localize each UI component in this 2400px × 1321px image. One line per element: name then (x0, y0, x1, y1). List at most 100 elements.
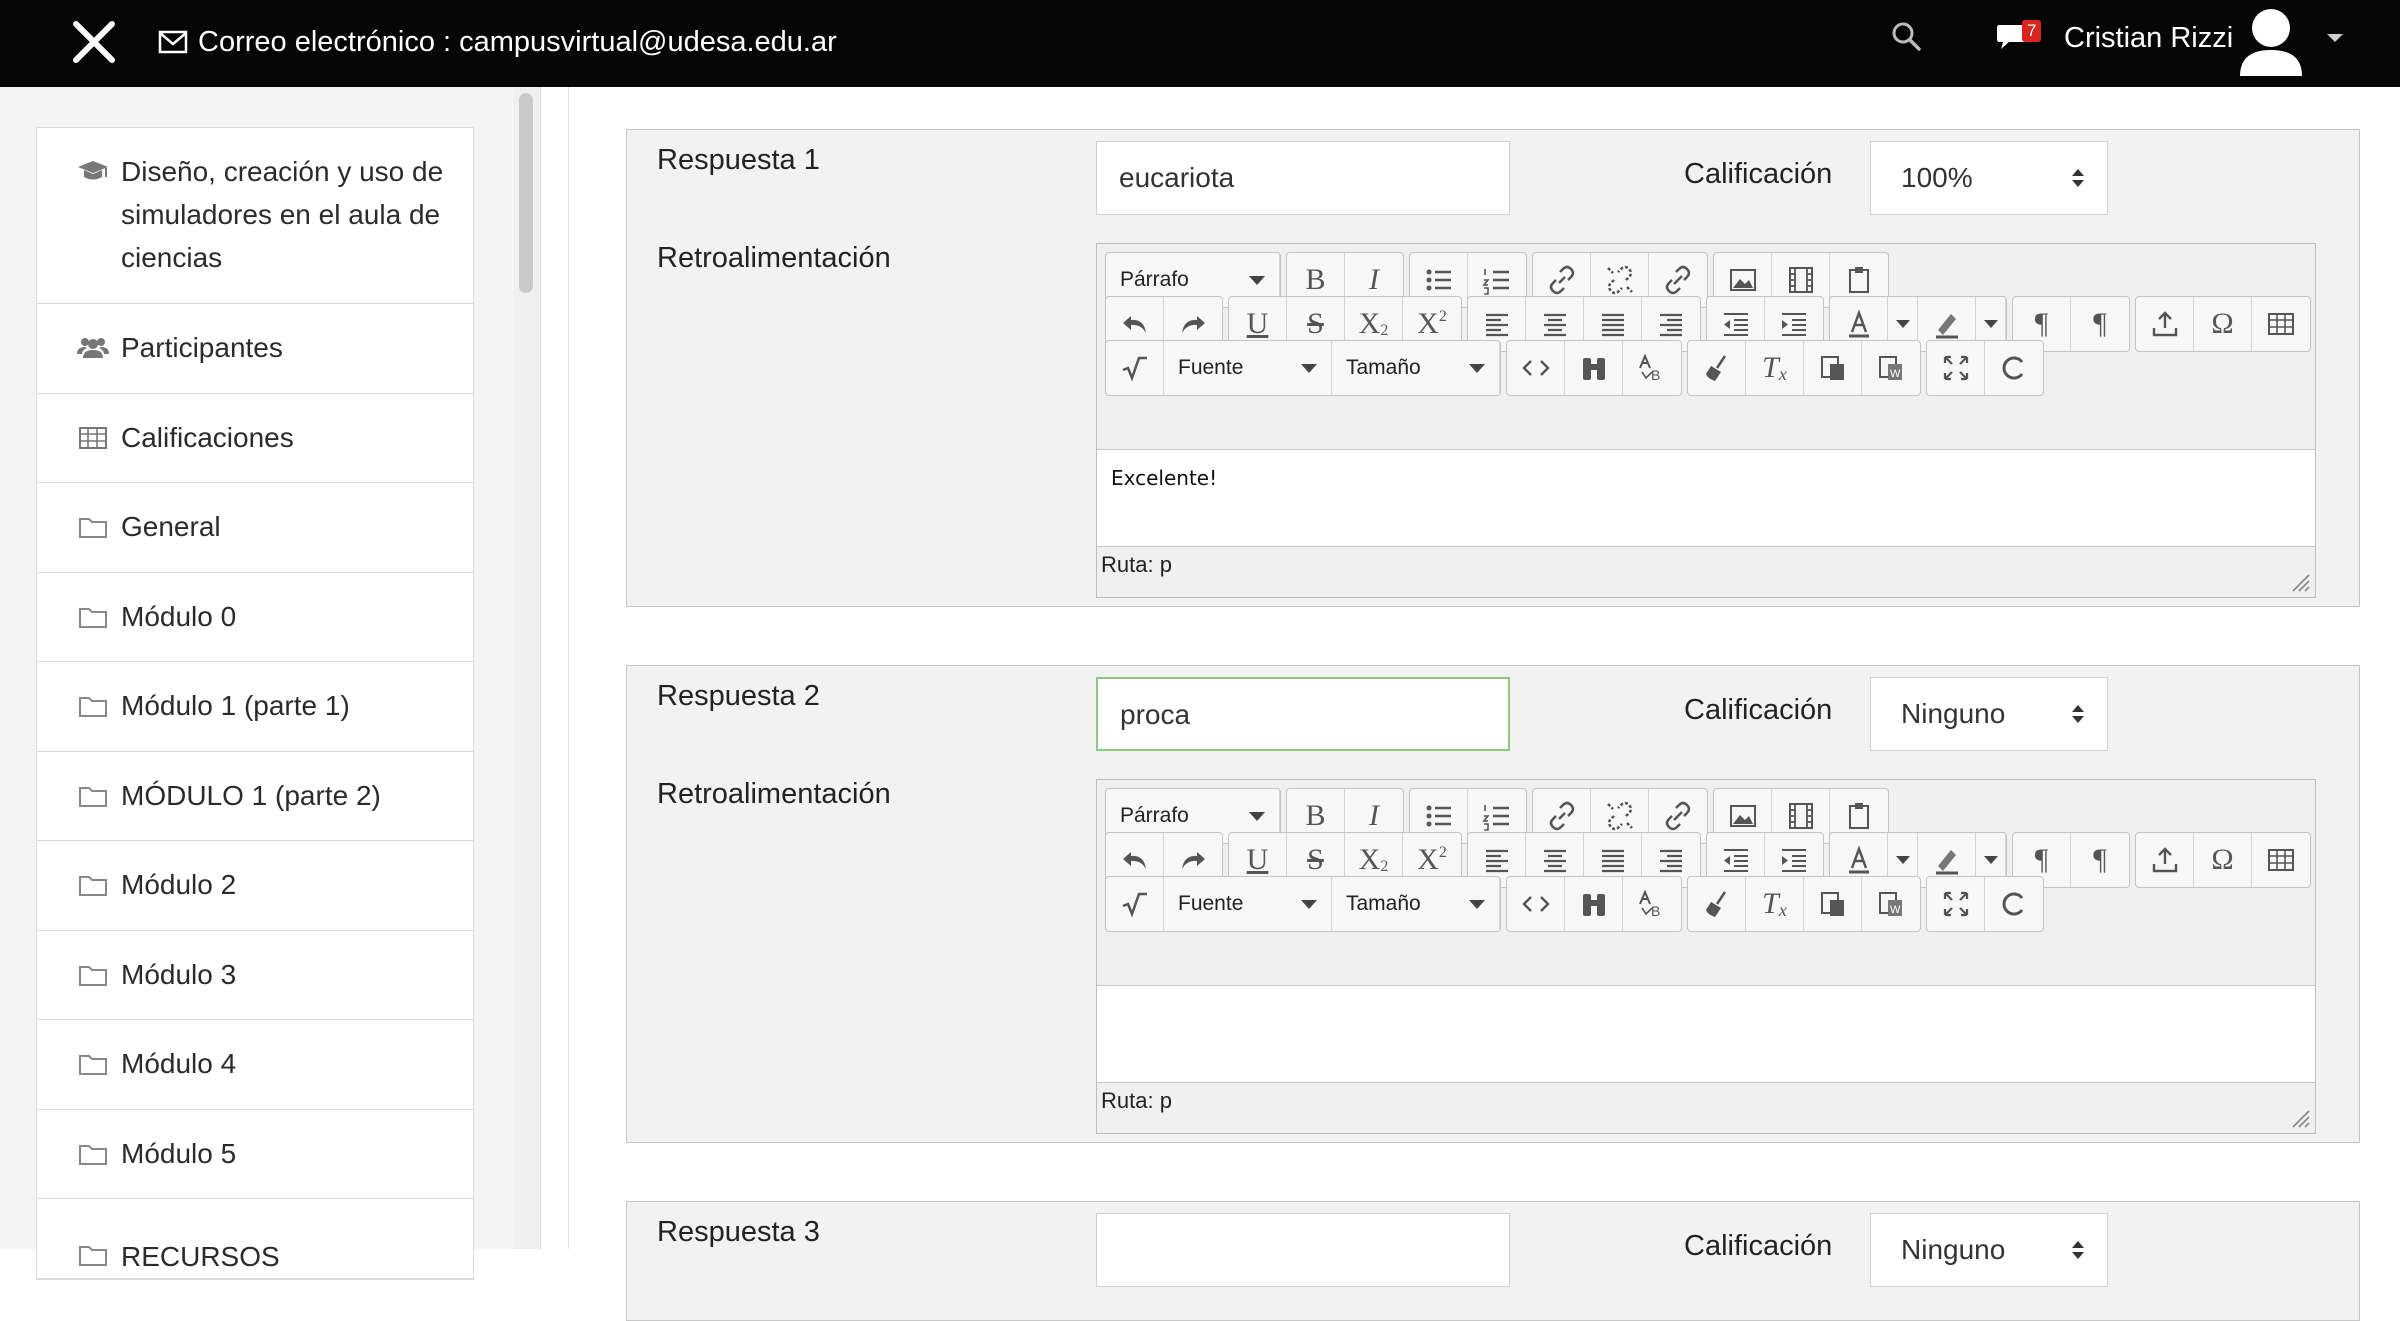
clean-html-button[interactable] (1688, 877, 1746, 931)
sidebar-item-label: Participantes (121, 332, 283, 364)
clear-formatting-button[interactable]: Tx (1746, 877, 1804, 931)
toolbar-group: B (1506, 340, 1682, 396)
equation-button[interactable] (1106, 877, 1164, 931)
top-navbar: Correo electrónico : campusvirtual@udesa… (0, 0, 2400, 87)
table-button[interactable] (2252, 833, 2310, 887)
rtl-button[interactable]: ¶ (2071, 833, 2129, 887)
editor-content[interactable] (1097, 985, 2315, 1083)
fullscreen-button[interactable] (1927, 877, 1985, 931)
grade-label: Calificación (1684, 1230, 1833, 1262)
clear-formatting-button[interactable]: Tx (1746, 341, 1804, 395)
font-select[interactable]: Fuente (1164, 877, 1332, 931)
spellcheck-icon: B (1639, 889, 1660, 919)
messages-button[interactable]: 7 (1996, 18, 2048, 58)
paste-text-button[interactable] (1804, 341, 1862, 395)
upload-button[interactable] (2136, 297, 2194, 351)
find-replace-button[interactable] (1565, 877, 1623, 931)
email-label: Correo electrónico : campusvirtual@udesa… (198, 26, 837, 58)
toolbar-group (1926, 876, 2044, 932)
html-source-button[interactable] (1507, 341, 1565, 395)
close-icon[interactable] (68, 16, 120, 68)
chevron-down-icon[interactable] (2326, 32, 2344, 44)
paste-word-button[interactable]: W (1862, 341, 1920, 395)
sidebar-item-modulo-4[interactable]: Módulo 4 (37, 1020, 473, 1110)
equation-button[interactable] (1106, 341, 1164, 395)
clipboard-icon (1849, 803, 1869, 829)
sidebar-item-grades[interactable]: Calificaciones (37, 394, 473, 483)
spellcheck-button[interactable]: B (1623, 877, 1681, 931)
html-source-button[interactable] (1507, 877, 1565, 931)
select-arrows-icon (2072, 705, 2084, 723)
grade-value: Ninguno (1901, 1234, 2006, 1265)
find-replace-button[interactable] (1565, 341, 1623, 395)
sidebar-item-participants[interactable]: Participantes (37, 304, 473, 394)
square-root-icon (1122, 356, 1147, 382)
upload-icon (2152, 847, 2177, 873)
resize-grip-icon[interactable] (2289, 1107, 2311, 1129)
sidebar-item-course[interactable]: Diseño, creación y uso de simuladores en… (37, 128, 473, 304)
sidebar-item-modulo-3[interactable]: Módulo 3 (37, 931, 473, 1020)
folder-icon (79, 876, 107, 897)
grade-label: Calificación (1684, 158, 1833, 190)
sidebar-item-modulo-0[interactable]: Módulo 0 (37, 573, 473, 662)
refresh-icon (2002, 892, 2024, 916)
grade-select[interactable]: Ninguno (1870, 1213, 2108, 1287)
paste-word-button[interactable]: W (1862, 877, 1920, 931)
answer-input[interactable] (1096, 1213, 1510, 1287)
grade-select[interactable]: 100% (1870, 141, 2108, 215)
paste-text-button[interactable] (1804, 877, 1862, 931)
upload-button[interactable] (2136, 833, 2194, 887)
code-icon (1521, 896, 1550, 912)
select-arrows-icon (2072, 1241, 2084, 1259)
sidebar-item-recursos[interactable]: RECURSOS (37, 1199, 473, 1279)
sidebar-item-modulo-1-parte-1[interactable]: Módulo 1 (parte 1) (37, 662, 473, 752)
sidebar-item-modulo-1-parte-2[interactable]: MÓDULO 1 (parte 2) (37, 752, 473, 841)
sidebar-item-label: Módulo 4 (121, 1048, 237, 1080)
folder-icon (79, 518, 107, 539)
sidebar-item-modulo-5[interactable]: Módulo 5 (37, 1110, 473, 1199)
email-link[interactable]: Correo electrónico : campusvirtual@udesa… (158, 22, 837, 62)
table-button[interactable] (2252, 297, 2310, 351)
toolbar-group: Tx W (1687, 876, 1921, 932)
accessibility-check-button[interactable] (1985, 877, 2043, 931)
avatar-icon[interactable] (2236, 4, 2306, 78)
size-select[interactable]: Tamaño (1332, 877, 1500, 931)
text-color-icon (1848, 309, 1869, 338)
clean-html-button[interactable] (1688, 341, 1746, 395)
special-char-button[interactable]: Ω (2194, 833, 2252, 887)
toolbar-group: Fuente Tamaño (1105, 340, 1501, 396)
spellcheck-button[interactable]: B (1623, 341, 1681, 395)
sidebar-item-modulo-2[interactable]: Módulo 2 (37, 841, 473, 931)
font-select[interactable]: Fuente (1164, 341, 1332, 395)
sidebar-item-label: Módulo 2 (121, 869, 237, 901)
fullscreen-button[interactable] (1927, 341, 1985, 395)
rtl-button[interactable]: ¶ (2071, 297, 2129, 351)
accessibility-check-button[interactable] (1985, 341, 2043, 395)
broom-icon (1705, 891, 1726, 917)
toolbar-group: B (1506, 876, 1682, 932)
search-icon[interactable] (1890, 20, 1922, 52)
grade-select[interactable]: Ninguno (1870, 677, 2108, 751)
size-select[interactable]: Tamaño (1332, 341, 1500, 395)
special-char-button[interactable]: Ω (2194, 297, 2252, 351)
sidebar-item-general[interactable]: General (37, 483, 473, 573)
feedback-editor: Párrafo B I U S X 2 X 2 ¶ ¶ Ω Fuente Tam… (1096, 779, 2316, 1134)
expand-icon (1943, 891, 1968, 917)
toolbar-group: Ω (2135, 832, 2311, 888)
answer-input[interactable]: eucariota (1096, 141, 1510, 215)
toolbar-row-3: Fuente Tamaño B Tx W (1105, 876, 2049, 932)
user-name[interactable]: Cristian Rizzi (2064, 18, 2233, 58)
answer-label: Respuesta 3 (657, 1216, 820, 1248)
resize-grip-icon[interactable] (2289, 571, 2311, 593)
sidebar-item-label: Diseño, creación y uso de simuladores en… (121, 156, 444, 273)
numbered-list-icon (1482, 805, 1509, 831)
folder-icon (79, 786, 107, 807)
sidebar-scrollbar-thumb[interactable] (519, 93, 533, 293)
editor-content[interactable]: Excelente! (1097, 449, 2315, 547)
numbered-list-icon (1482, 269, 1509, 295)
size-select-value: Tamaño (1346, 356, 1421, 379)
folder-icon (79, 1055, 107, 1076)
undo-icon (1122, 316, 1146, 333)
answer-input[interactable]: proca (1096, 677, 1510, 751)
answer-block-3: Respuesta 3 Calificación Ninguno (626, 1201, 2360, 1321)
